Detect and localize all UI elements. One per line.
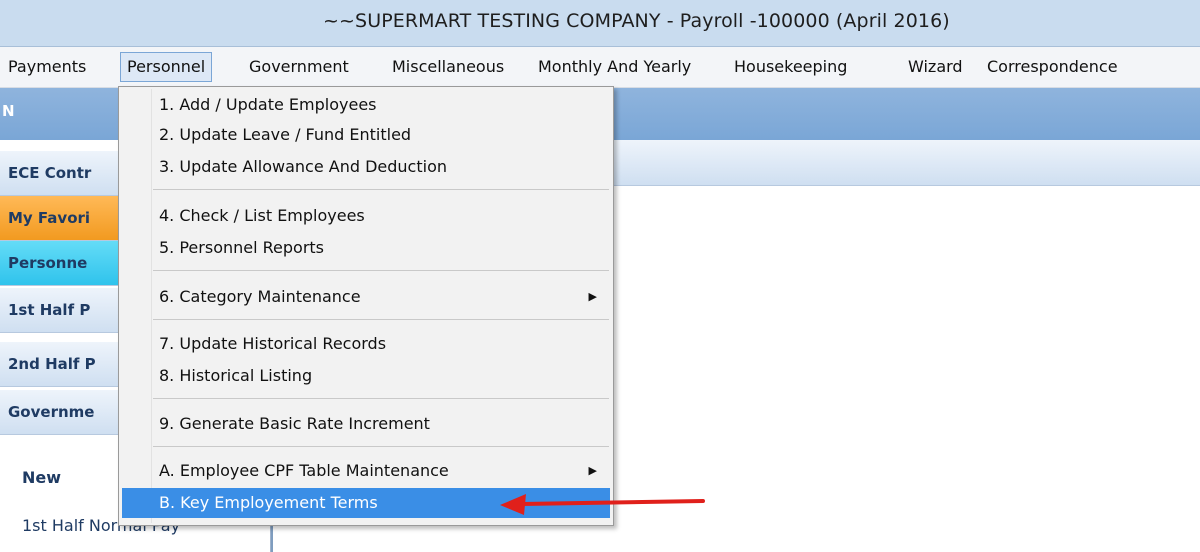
menu-separator	[153, 319, 609, 320]
menu-monthly-and-yearly[interactable]: Monthly And Yearly	[532, 53, 697, 81]
submenu-arrow-icon: ▶	[588, 290, 597, 303]
menu-payments[interactable]: Payments	[2, 53, 92, 81]
menu-item-generate-basic-rate-increment[interactable]: 9. Generate Basic Rate Increment	[119, 409, 613, 439]
menu-item-category-maintenance[interactable]: 6. Category Maintenance ▶	[119, 282, 613, 312]
menu-item-historical-listing[interactable]: 8. Historical Listing	[119, 361, 613, 391]
menu-bar: Payments Personnel Government Miscellane…	[0, 47, 1200, 88]
menu-item-check-list-employees[interactable]: 4. Check / List Employees	[119, 201, 613, 231]
menu-correspondence[interactable]: Correspondence	[981, 53, 1124, 81]
menu-item-add-update-employees[interactable]: 1. Add / Update Employees	[119, 90, 613, 120]
personnel-dropdown-menu: 1. Add / Update Employees 2. Update Leav…	[118, 86, 614, 526]
menu-item-employee-cpf-table[interactable]: A. Employee CPF Table Maintenance ▶	[119, 456, 613, 486]
nav-section-new: New	[22, 468, 62, 487]
title-bar: ~~SUPERMART TESTING COMPANY - Payroll -1…	[0, 0, 1200, 47]
menu-item-personnel-reports[interactable]: 5. Personnel Reports	[119, 233, 613, 263]
red-arrow-icon	[500, 494, 705, 515]
menu-item-update-leave-fund[interactable]: 2. Update Leave / Fund Entitled	[119, 120, 613, 150]
menu-item-update-historical-records[interactable]: 7. Update Historical Records	[119, 329, 613, 359]
menu-wizard[interactable]: Wizard	[902, 53, 969, 81]
menu-separator	[153, 270, 609, 271]
submenu-arrow-icon: ▶	[588, 464, 597, 477]
menu-miscellaneous[interactable]: Miscellaneous	[386, 53, 510, 81]
menu-personnel[interactable]: Personnel	[120, 52, 213, 82]
menu-government[interactable]: Government	[243, 53, 355, 81]
menu-item-update-allowance-deduction[interactable]: 3. Update Allowance And Deduction	[119, 152, 613, 182]
window-title: ~~SUPERMART TESTING COMPANY - Payroll -1…	[323, 10, 950, 32]
menu-separator	[153, 446, 609, 447]
menu-separator	[153, 398, 609, 399]
section-header-label: N	[2, 102, 15, 120]
menu-separator	[153, 189, 609, 190]
menu-housekeeping[interactable]: Housekeeping	[728, 53, 853, 81]
